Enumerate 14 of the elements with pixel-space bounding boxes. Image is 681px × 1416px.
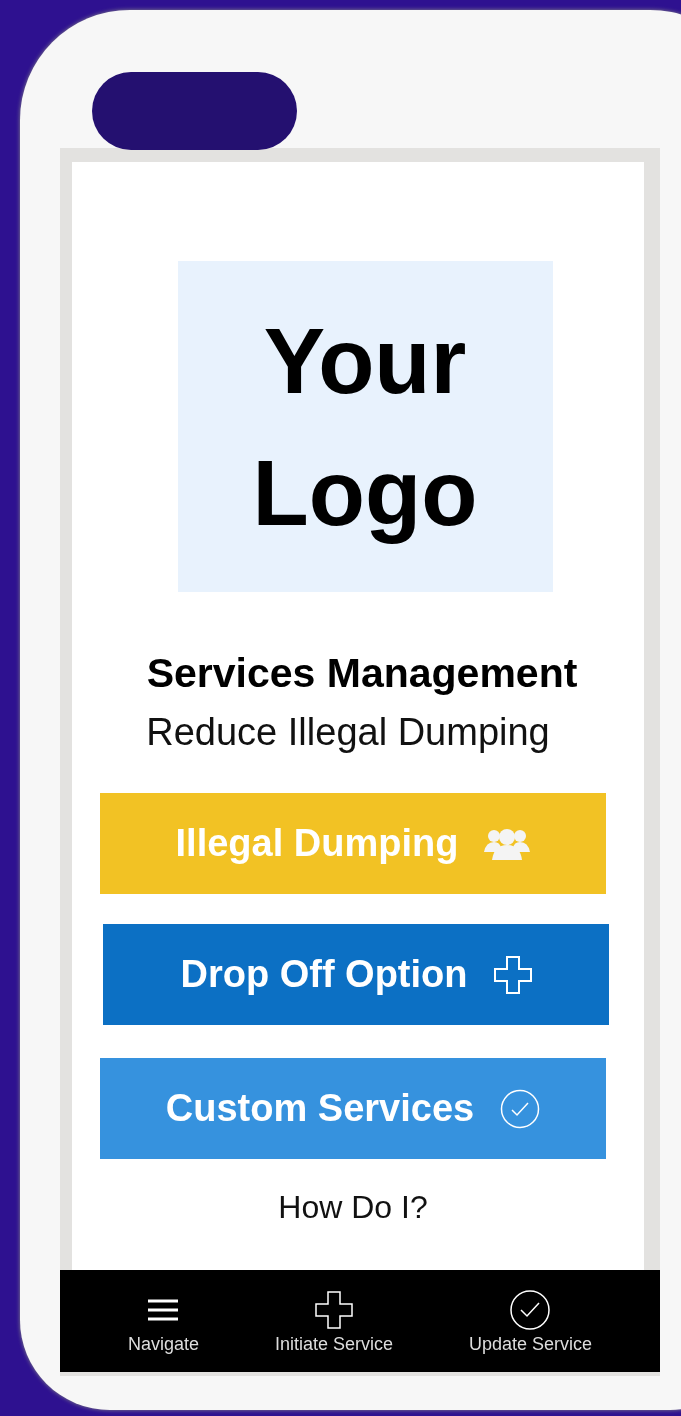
nav-tab[interactable]: Initiate Service <box>274 1287 393 1355</box>
service-button[interactable]: Drop Off Option <box>103 924 609 1025</box>
app-title: Services Management <box>146 650 578 697</box>
nav-tab[interactable]: Update Service <box>468 1287 593 1355</box>
menu-icon <box>147 1297 180 1322</box>
plus-icon <box>493 955 532 994</box>
check-circle-icon <box>510 1289 551 1330</box>
people-icon <box>484 827 531 860</box>
check-circle-icon <box>500 1088 541 1129</box>
plus-icon <box>315 1290 353 1329</box>
app-subtitle: Reduce Illegal Dumping <box>146 711 550 754</box>
logo-text: Your Logo <box>252 308 478 546</box>
help-link[interactable]: How Do I? <box>278 1189 428 1226</box>
nav-tab[interactable]: Navigate <box>127 1287 199 1355</box>
